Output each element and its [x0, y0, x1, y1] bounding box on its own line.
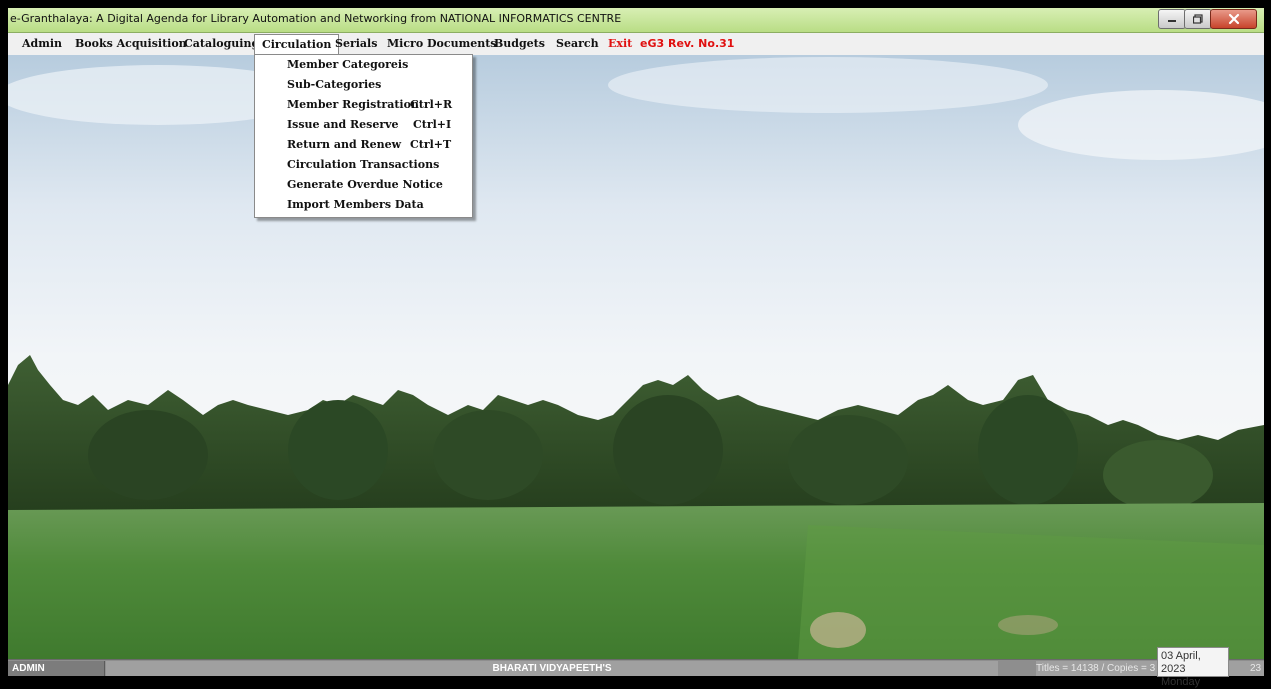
status-counts-text: Titles = 14138 / Copies = 3: [1036, 663, 1156, 674]
menu-item-import-members-data[interactable]: Import Members Data: [287, 196, 424, 214]
minimize-button[interactable]: [1158, 9, 1186, 29]
shortcut-return-and-renew: Ctrl+T: [410, 138, 452, 151]
version-label: eG3 Rev. No.31: [640, 37, 735, 50]
day-text: Monday: [1161, 676, 1201, 688]
maximize-icon: [1193, 14, 1203, 24]
menu-budgets[interactable]: Budgets: [492, 36, 547, 52]
status-bar: ADMIN BHARATI VIDYAPEETH'S Titles = 1413…: [8, 659, 1264, 676]
maximize-button[interactable]: [1184, 9, 1212, 29]
menu-circulation[interactable]: Circulation: [254, 34, 340, 54]
desktop-background: [8, 55, 1264, 659]
status-organization: BHARATI VIDYAPEETH'S: [106, 661, 998, 676]
shortcut-issue-and-reserve: Ctrl+I: [413, 118, 452, 131]
menu-item-return-and-renew[interactable]: Return and Renew: [287, 136, 401, 154]
minimize-icon: [1168, 20, 1176, 22]
menu-item-member-registration[interactable]: Member Registration: [287, 96, 419, 114]
menu-admin[interactable]: Admin: [20, 36, 64, 52]
menu-books-acquisition[interactable]: Books Acquisition: [73, 36, 189, 52]
close-button[interactable]: [1210, 9, 1257, 29]
menu-exit[interactable]: Exit: [606, 36, 634, 52]
date-display: 03 April, 2023 Monday: [1157, 647, 1229, 688]
status-user: ADMIN: [8, 661, 105, 676]
landscape-image: [8, 57, 1264, 659]
window-title: e-Granthalaya: A Digital Agenda for Libr…: [10, 12, 622, 25]
date-text: 03 April, 2023: [1161, 650, 1201, 675]
menu-micro-documents[interactable]: Micro Documents: [385, 36, 499, 52]
close-icon: [1228, 13, 1239, 25]
menu-item-issue-and-reserve[interactable]: Issue and Reserve: [287, 116, 399, 134]
menu-search[interactable]: Search: [554, 36, 601, 52]
menu-item-circulation-transactions[interactable]: Circulation Transactions: [287, 156, 439, 174]
shortcut-member-registration: Ctrl+R: [410, 98, 453, 111]
menu-cataloguing[interactable]: Cataloguing: [182, 36, 261, 52]
menu-serials[interactable]: Serials: [333, 36, 379, 52]
app-window: e-Granthalaya: A Digital Agenda for Libr…: [8, 8, 1264, 676]
title-bar: e-Granthalaya: A Digital Agenda for Libr…: [8, 8, 1264, 33]
circulation-dropdown-menu: Member Categoreis Sub-Categories Member …: [254, 54, 473, 218]
status-counts: Titles = 14138 / Copies = 3 23: [1036, 661, 1264, 676]
menu-bar: Admin Books Acquisition Cataloguing Circ…: [8, 33, 1264, 56]
menu-item-generate-overdue-notice[interactable]: Generate Overdue Notice: [287, 176, 443, 194]
menu-item-member-categories[interactable]: Member Categoreis: [287, 56, 408, 74]
status-counts-tail: 23: [1250, 663, 1262, 674]
menu-item-sub-categories[interactable]: Sub-Categories: [287, 76, 381, 94]
